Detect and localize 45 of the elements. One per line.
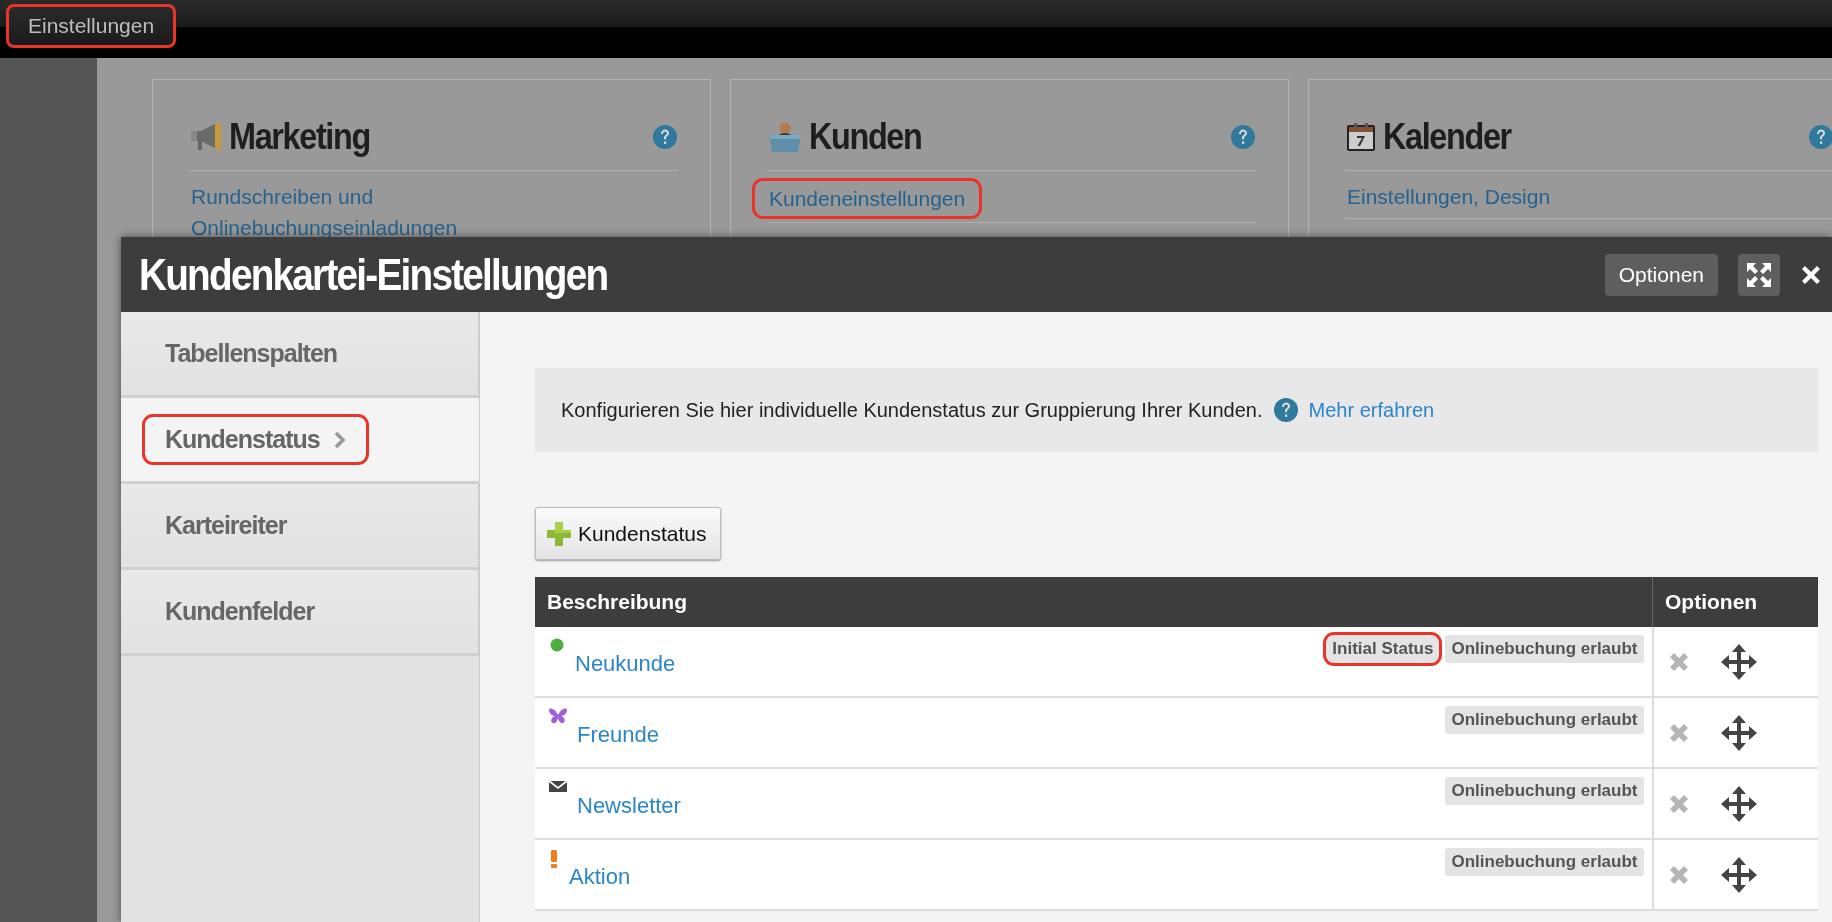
move-handle[interactable] <box>1719 713 1758 752</box>
status-tag: Onlinebuchung erlaubt <box>1445 635 1644 663</box>
column-header: Optionen <box>1652 577 1818 627</box>
expand-button[interactable] <box>1738 253 1780 296</box>
status-tag: Onlinebuchung erlaubt <box>1445 848 1644 876</box>
card-title: Kalender <box>1383 116 1513 158</box>
status-name-link[interactable]: Aktion <box>569 864 1446 890</box>
status-tag: Onlinebuchung erlaubt <box>1445 777 1644 805</box>
move-handle[interactable] <box>1719 855 1758 894</box>
sidebar-tab[interactable]: Kundenstatus <box>121 398 479 484</box>
megaphone-icon <box>189 122 223 152</box>
sidebar-tab[interactable]: Karteireiter <box>121 484 479 570</box>
settings-button[interactable]: Einstellungen <box>6 4 177 48</box>
move-icon <box>1719 642 1758 681</box>
card-title: Kunden <box>809 116 923 158</box>
settings-link[interactable]: Einstellungen, Design <box>1345 181 1553 212</box>
move-icon <box>1719 713 1758 752</box>
help-icon <box>1230 124 1256 150</box>
status-name-link[interactable]: Freunde <box>577 722 1446 748</box>
person-folder-icon <box>767 121 803 153</box>
help-icon <box>652 124 678 150</box>
options-button[interactable]: Optionen <box>1604 253 1718 296</box>
calendar-icon <box>1345 121 1377 153</box>
status-name-link[interactable]: Neukunde <box>575 651 1327 677</box>
plus-icon <box>546 520 572 547</box>
move-handle[interactable] <box>1719 642 1758 681</box>
info-text: Konfigurieren Sie hier individuelle Kundenstatus zur Gruppierung Ihrer Kunden. <box>561 398 1263 422</box>
add-status-button[interactable]: Kundenstatus <box>535 507 722 560</box>
butterfly-icon <box>547 706 569 726</box>
help-icon <box>1272 397 1299 423</box>
settings-link[interactable]: Kundeneinstellungen <box>755 181 980 216</box>
status-tag: Initial Status <box>1326 635 1440 663</box>
sidebar-tab[interactable]: Tabellenspalten <box>121 312 479 398</box>
chevron-right-icon <box>333 430 346 449</box>
column-header: Beschreibung <box>535 577 1653 627</box>
sidebar-tab[interactable]: Kundenfelder <box>121 570 479 656</box>
status-tag: Onlinebuchung erlaubt <box>1445 706 1644 734</box>
move-handle[interactable] <box>1719 784 1758 823</box>
dialog-title: Kundenkartei-Einstellungen <box>139 249 609 300</box>
move-icon <box>1719 855 1758 894</box>
card-title: Marketing <box>229 116 371 158</box>
learn-more-link[interactable]: Mehr erfahren <box>1308 398 1435 422</box>
move-icon <box>1719 784 1758 823</box>
status-name-link[interactable]: Newsletter <box>577 793 1446 819</box>
help-icon <box>1808 124 1832 150</box>
